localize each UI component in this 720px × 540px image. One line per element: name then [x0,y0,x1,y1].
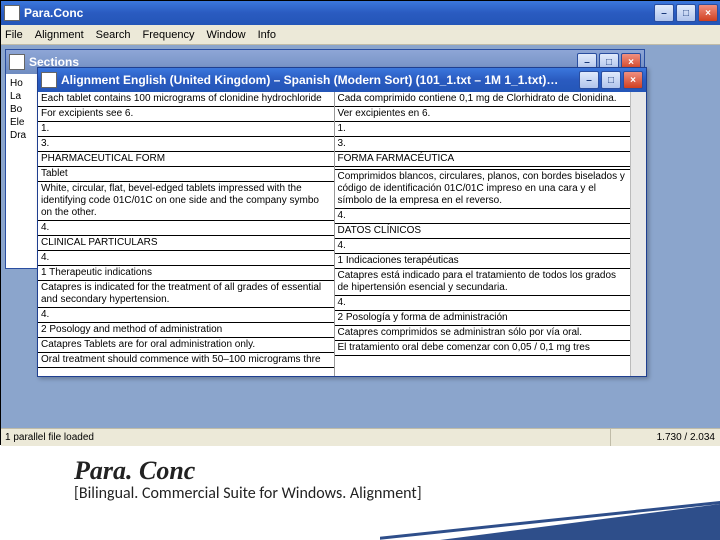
alignment-segment[interactable]: PHARMACEUTICAL FORM [38,152,334,167]
caption-area: Para. Conc [Bilingual. Commercial Suite … [0,450,720,503]
alignment-segment[interactable]: Catapres Tablets are for oral administra… [38,338,334,353]
alignment-segment[interactable]: 3. [335,137,631,152]
alignment-segment[interactable]: 4. [38,308,334,323]
app-icon [41,72,57,88]
statusbar: 1 parallel file loaded 1.730 / 2.034 [1,428,720,446]
alignment-title: Alignment English (United Kingdom) – Spa… [61,73,579,87]
alignment-segment[interactable]: 4. [335,296,631,311]
menu-search[interactable]: Search [96,29,131,41]
maximize-button[interactable]: □ [601,71,621,89]
alignment-segment[interactable]: Catapres está indicado para el tratamien… [335,269,631,296]
menu-info[interactable]: Info [258,29,276,41]
alignment-body: Each tablet contains 100 micrograms of c… [38,92,646,376]
alignment-segment[interactable]: Cada comprimido contiene 0,1 mg de Clorh… [335,92,631,107]
app-icon [9,54,25,70]
alignment-segment[interactable]: Catapres comprimidos se administran sólo… [335,326,631,341]
caption-subtitle: [Bilingual. Commercial Suite for Windows… [74,484,720,503]
caption-title: Para. Conc [74,456,720,486]
alignment-segment[interactable]: 1 Indicaciones terapéuticas [335,254,631,269]
alignment-segment[interactable]: 1. [38,122,334,137]
menu-alignment[interactable]: Alignment [35,29,84,41]
alignment-segment[interactable]: 1 Therapeutic indications [38,266,334,281]
decor-wedge [440,504,720,540]
close-button[interactable]: × [698,4,718,22]
alignment-segment[interactable]: 4. [335,209,631,224]
alignment-segment[interactable]: Ver excipientes en 6. [335,107,631,122]
alignment-segment[interactable]: 2 Posología y forma de administración [335,311,631,326]
alignment-segment[interactable]: 1. [335,122,631,137]
alignment-right-column[interactable]: Cada comprimido contiene 0,1 mg de Clorh… [334,92,631,376]
alignment-segment[interactable]: Oral treatment should commence with 50–1… [38,353,334,368]
alignment-segment[interactable]: 4. [335,239,631,254]
status-left: 1 parallel file loaded [1,429,611,446]
minimize-button[interactable]: – [654,4,674,22]
main-window: Para.Conc – □ × File Alignment Search Fr… [1,1,720,446]
alignment-titlebar[interactable]: Alignment English (United Kingdom) – Spa… [38,68,646,92]
alignment-segment[interactable]: For excipients see 6. [38,107,334,122]
menubar: File Alignment Search Frequency Window I… [1,25,720,45]
app-icon [4,5,20,21]
alignment-segment[interactable]: Each tablet contains 100 micrograms of c… [38,92,334,107]
alignment-segment[interactable]: White, circular, flat, bevel-edged table… [38,182,334,221]
alignment-segment[interactable]: 4. [38,221,334,236]
menu-frequency[interactable]: Frequency [143,29,195,41]
status-right: 1.730 / 2.034 [611,429,720,446]
menu-file[interactable]: File [5,29,23,41]
desktop: Para.Conc – □ × File Alignment Search Fr… [0,0,720,445]
alignment-segment[interactable]: CLINICAL PARTICULARS [38,236,334,251]
alignment-segment[interactable]: FORMA FARMACÉUTICA [335,152,631,167]
close-button[interactable]: × [623,71,643,89]
alignment-segment[interactable]: 3. [38,137,334,152]
alignment-left-column[interactable]: Each tablet contains 100 micrograms of c… [38,92,334,376]
menu-window[interactable]: Window [207,29,246,41]
scrollbar[interactable] [630,92,646,376]
alignment-window: Alignment English (United Kingdom) – Spa… [37,67,647,377]
alignment-segment[interactable]: Catapres is indicated for the treatment … [38,281,334,308]
alignment-segment[interactable]: DATOS CLÍNICOS [335,224,631,239]
maximize-button[interactable]: □ [676,4,696,22]
main-title: Para.Conc [24,6,654,20]
main-titlebar[interactable]: Para.Conc – □ × [1,1,720,25]
alignment-segment[interactable]: 2 Posology and method of administration [38,323,334,338]
alignment-segment[interactable]: 4. [38,251,334,266]
alignment-segment[interactable]: Tablet [38,167,334,182]
alignment-segment[interactable]: El tratamiento oral debe comenzar con 0,… [335,341,631,356]
minimize-button[interactable]: – [579,71,599,89]
alignment-segment[interactable]: Comprimidos blancos, circulares, planos,… [335,170,631,209]
